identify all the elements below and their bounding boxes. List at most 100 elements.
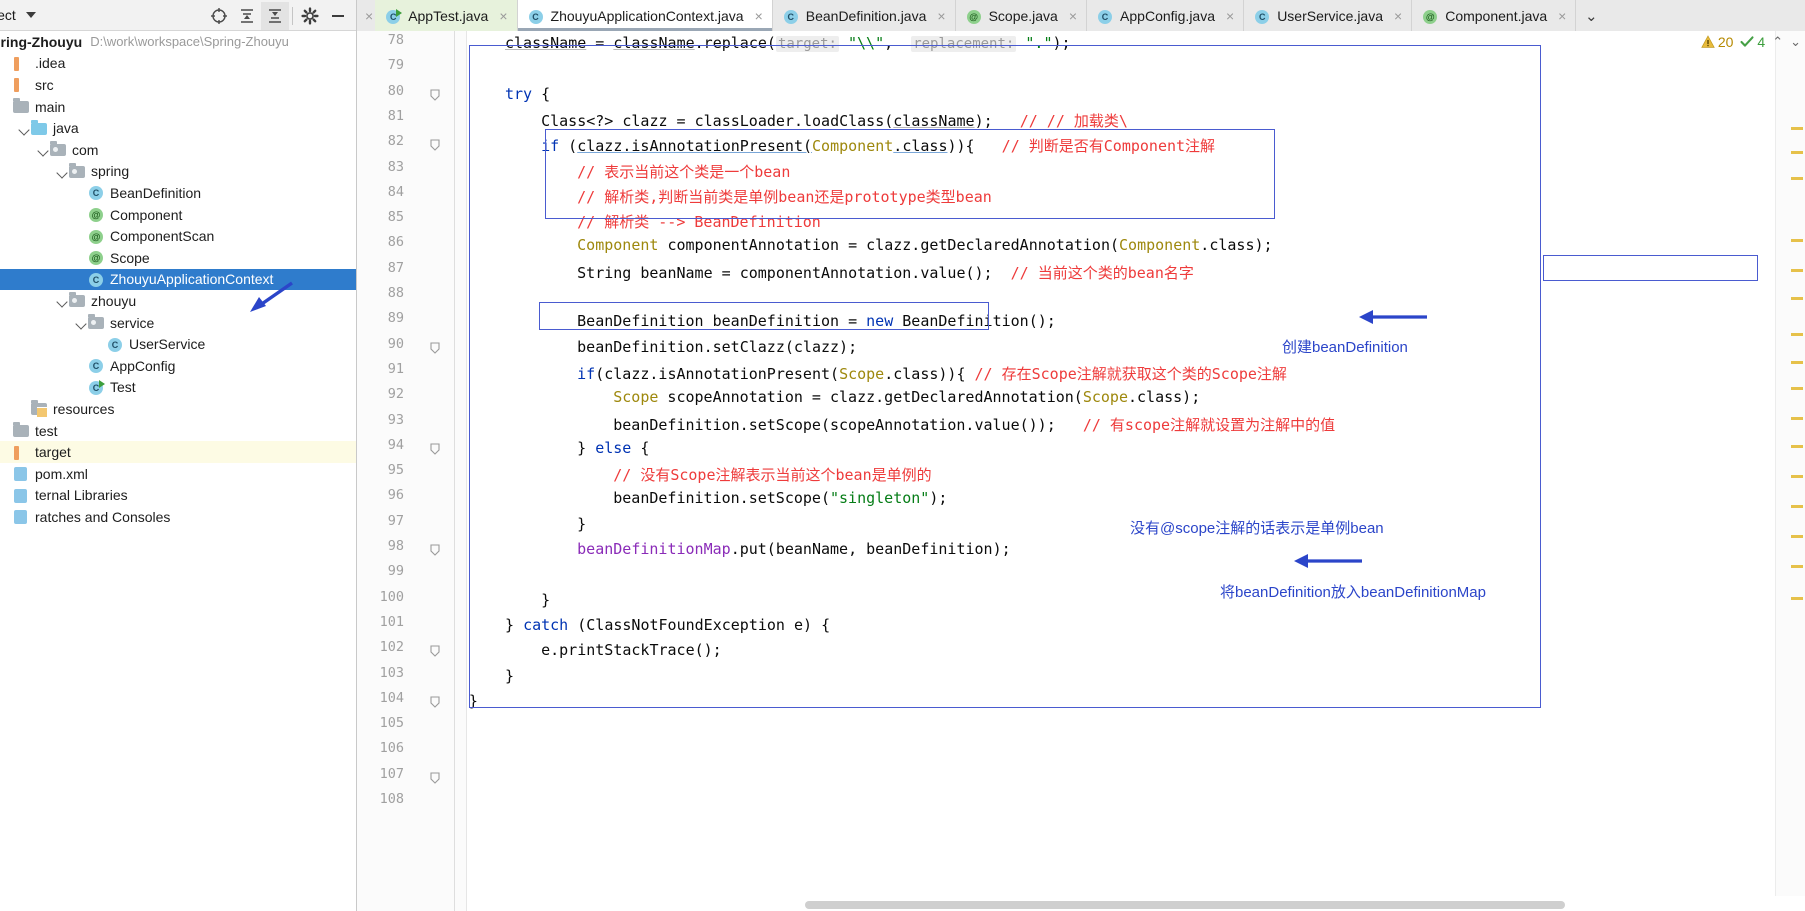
- tree-row-spring[interactable]: spring: [0, 161, 356, 183]
- editor-tab-userservice[interactable]: C UserService.java ×: [1244, 0, 1413, 31]
- tree-row-scope[interactable]: @ Scope: [0, 247, 356, 269]
- warning-marker[interactable]: [1791, 475, 1803, 478]
- chevron-down-icon[interactable]: [75, 316, 88, 329]
- fold-region-line: [454, 31, 455, 911]
- close-icon[interactable]: ×: [1558, 8, 1566, 24]
- editor-marker-strip[interactable]: [1775, 31, 1805, 896]
- warning-marker[interactable]: [1791, 597, 1803, 600]
- code-fold-marker[interactable]: [429, 644, 441, 657]
- inspection-warnings[interactable]: 20: [1701, 34, 1733, 50]
- annotation-icon: @: [88, 249, 105, 266]
- collapse-all-icon[interactable]: [261, 1, 289, 30]
- tree-row-com[interactable]: com: [0, 139, 356, 161]
- tree-row-pom-xml[interactable]: pom.xml: [0, 463, 356, 485]
- warning-marker[interactable]: [1791, 239, 1803, 242]
- close-icon[interactable]: ×: [1069, 8, 1077, 24]
- editor-tab-component[interactable]: @ Component.java ×: [1412, 0, 1577, 31]
- tab-leading-close[interactable]: ×: [357, 0, 376, 31]
- minimize-icon[interactable]: [324, 2, 352, 30]
- tree-row-ternal-libraries[interactable]: ternal Libraries: [0, 485, 356, 507]
- gutter-line-number: 104: [379, 689, 404, 706]
- warning-marker[interactable]: [1791, 127, 1803, 130]
- warning-marker[interactable]: [1791, 361, 1803, 364]
- tree-row-label: ratches and Consoles: [35, 508, 171, 525]
- tree-row-beandefinition[interactable]: C BeanDefinition: [0, 182, 356, 204]
- editor-gutter[interactable]: 78 79 80 81 82 83 84 85 86 87 88 89 90 91 92 93 94 95 96 97…: [357, 31, 467, 911]
- editor-tab-apptest[interactable]: C AppTest.java ×: [375, 0, 518, 31]
- tree-row-zhouyu[interactable]: zhouyu: [0, 290, 356, 312]
- close-icon[interactable]: ×: [755, 8, 763, 24]
- tree-row-project-root[interactable]: pring-Zhouyu D:\work\workspace\Spring-Zh…: [0, 31, 356, 53]
- warning-marker[interactable]: [1791, 151, 1803, 154]
- editor-tab-label: UserService.java: [1277, 7, 1384, 24]
- code-fold-marker[interactable]: [429, 695, 441, 708]
- tree-row-resources[interactable]: resources: [0, 398, 356, 420]
- close-icon[interactable]: ×: [499, 8, 507, 24]
- warning-marker[interactable]: [1791, 387, 1803, 390]
- warning-marker[interactable]: [1791, 445, 1803, 448]
- tree-row-test[interactable]: C Test: [0, 377, 356, 399]
- warning-marker[interactable]: [1791, 177, 1803, 180]
- warning-marker[interactable]: [1791, 565, 1803, 568]
- tree-row-userservice[interactable]: C UserService: [0, 333, 356, 355]
- warning-marker[interactable]: [1791, 269, 1803, 272]
- tree-row-zhouyuapplicationcontext[interactable]: C ZhouyuApplicationContext: [0, 268, 356, 291]
- tree-row-service[interactable]: service: [0, 312, 356, 334]
- tree-row-src[interactable]: src: [0, 74, 356, 96]
- tab-overflow-chevron-down-icon[interactable]: ⌄: [1576, 0, 1606, 31]
- tree-row-java[interactable]: java: [0, 117, 356, 139]
- close-icon[interactable]: ×: [365, 8, 373, 24]
- next-problem-chevron-down-icon[interactable]: ⌄: [1790, 34, 1801, 50]
- locate-icon[interactable]: [205, 2, 233, 30]
- editor-tab-scope[interactable]: @ Scope.java ×: [956, 0, 1088, 31]
- warning-marker[interactable]: [1791, 505, 1803, 508]
- annotation-icon: @: [88, 228, 105, 245]
- chevron-down-icon[interactable]: [56, 165, 69, 178]
- gear-icon[interactable]: [296, 2, 324, 30]
- warning-marker[interactable]: [1791, 297, 1803, 300]
- chevron-down-icon[interactable]: [37, 143, 50, 156]
- chevron-down-icon[interactable]: [18, 122, 31, 135]
- project-panel-title-group[interactable]: ject: [0, 7, 36, 23]
- put-into-map-arrow-icon: [1294, 554, 1362, 568]
- tree-row-componentscan[interactable]: @ ComponentScan: [0, 225, 356, 247]
- editor-tab-label: Component.java: [1445, 7, 1548, 24]
- beanname-comment-box: [1543, 255, 1758, 281]
- tree-row--idea[interactable]: .idea: [0, 53, 356, 75]
- code-fold-marker[interactable]: [429, 138, 441, 151]
- editor-tab-beandefinition[interactable]: C BeanDefinition.java ×: [773, 0, 956, 31]
- inspection-ok[interactable]: 4: [1740, 34, 1765, 50]
- code-fold-marker[interactable]: [429, 442, 441, 455]
- tree-row-appconfig[interactable]: C AppConfig: [0, 355, 356, 377]
- class-icon: C: [89, 272, 103, 287]
- editor-tab-zhouyuapplicationcontext[interactable]: C ZhouyuApplicationContext.java ×: [517, 0, 773, 31]
- tree-row-target[interactable]: target: [0, 441, 356, 463]
- tree-row-test[interactable]: test: [0, 420, 356, 442]
- close-icon[interactable]: ×: [1226, 8, 1234, 24]
- editor-tab-appconfig[interactable]: C AppConfig.java ×: [1087, 0, 1245, 31]
- code-fold-marker[interactable]: [429, 341, 441, 354]
- expand-all-icon[interactable]: [233, 2, 261, 30]
- chevron-down-icon[interactable]: [25, 12, 36, 18]
- warning-marker[interactable]: [1791, 535, 1803, 538]
- tree-row-ratches-and-consoles[interactable]: ratches and Consoles: [0, 506, 356, 528]
- code-editor[interactable]: className = className.replace(target: "\…: [467, 31, 1775, 896]
- warning-marker[interactable]: [1791, 417, 1803, 420]
- editor-area: × C AppTest.java × C ZhouyuApplicationContex…: [357, 0, 1805, 911]
- warning-marker[interactable]: [1791, 333, 1803, 336]
- close-icon[interactable]: ×: [937, 8, 945, 24]
- scrollbar-thumb[interactable]: [805, 901, 1565, 909]
- tree-row-label: AppConfig: [110, 357, 176, 374]
- code-fold-marker[interactable]: [429, 88, 441, 101]
- tree-row-main[interactable]: main: [0, 96, 356, 118]
- code-fold-marker[interactable]: [429, 543, 441, 556]
- inspection-widget[interactable]: 20 4 ⌃ ⌄: [1701, 34, 1801, 50]
- close-icon[interactable]: ×: [1394, 8, 1402, 24]
- chevron-down-icon[interactable]: [56, 294, 69, 307]
- previous-problem-chevron-up-icon[interactable]: ⌃: [1772, 34, 1783, 50]
- project-tree[interactable]: pring-Zhouyu D:\work\workspace\Spring-Zh…: [0, 31, 356, 911]
- tree-row-component[interactable]: @ Component: [0, 204, 356, 226]
- java-class-icon: C: [1097, 8, 1113, 24]
- code-fold-marker[interactable]: [429, 771, 441, 784]
- horizontal-scrollbar[interactable]: [467, 898, 1775, 911]
